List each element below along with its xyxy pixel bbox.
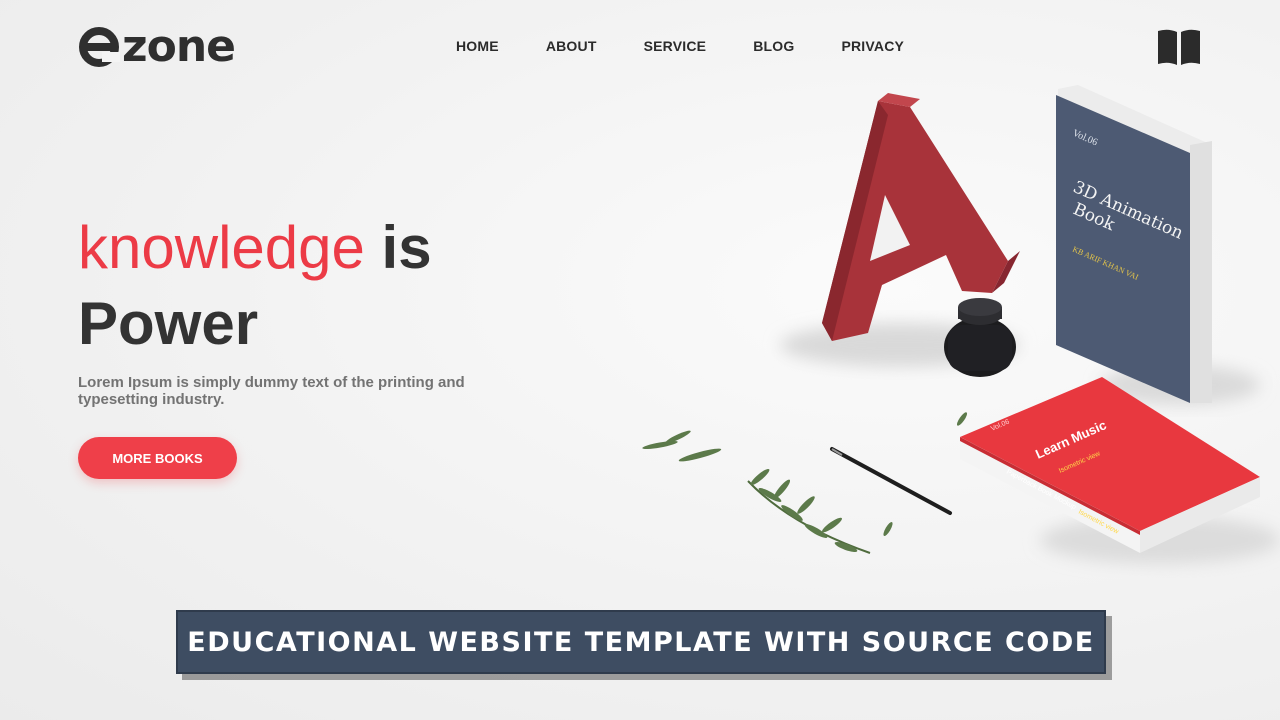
logo-e-icon <box>79 27 120 67</box>
open-book-icon[interactable] <box>1156 27 1202 67</box>
nav-service[interactable]: SERVICE <box>644 38 707 54</box>
more-books-button[interactable]: MORE BOOKS <box>78 437 237 479</box>
hero-title-is: is <box>381 214 432 281</box>
hero-title-highlight: knowledge <box>78 214 365 281</box>
brand-logo[interactable]: zone <box>78 21 236 72</box>
nav-privacy[interactable]: PRIVACY <box>841 38 904 54</box>
bottom-banner: EDUCATIONAL WEBSITE TEMPLATE WITH SOURCE… <box>176 610 1106 674</box>
hero-title: knowledge is Power <box>78 210 432 362</box>
banner-text: EDUCATIONAL WEBSITE TEMPLATE WITH SOURCE… <box>187 626 1095 658</box>
ink-bottle <box>944 298 1016 377</box>
fountain-pen <box>830 447 952 515</box>
nav-about[interactable]: ABOUT <box>546 38 597 54</box>
main-nav: HOME ABOUT SERVICE BLOG PRIVACY <box>456 38 951 54</box>
hero-title-power: Power <box>78 290 259 357</box>
logo-text: zone <box>122 21 236 72</box>
rosemary-sprig <box>747 468 871 554</box>
loose-leaves <box>642 412 968 537</box>
nav-home[interactable]: HOME <box>456 38 499 54</box>
hero-illustration: Vol.06 3D Animation Book KB ARIF KHAN VA… <box>642 85 1280 564</box>
hero-description: Lorem Ipsum is simply dummy text of the … <box>78 374 465 408</box>
blue-book: Vol.06 3D Animation Book KB ARIF KHAN VA… <box>1056 85 1212 403</box>
nav-blog[interactable]: BLOG <box>753 38 794 54</box>
